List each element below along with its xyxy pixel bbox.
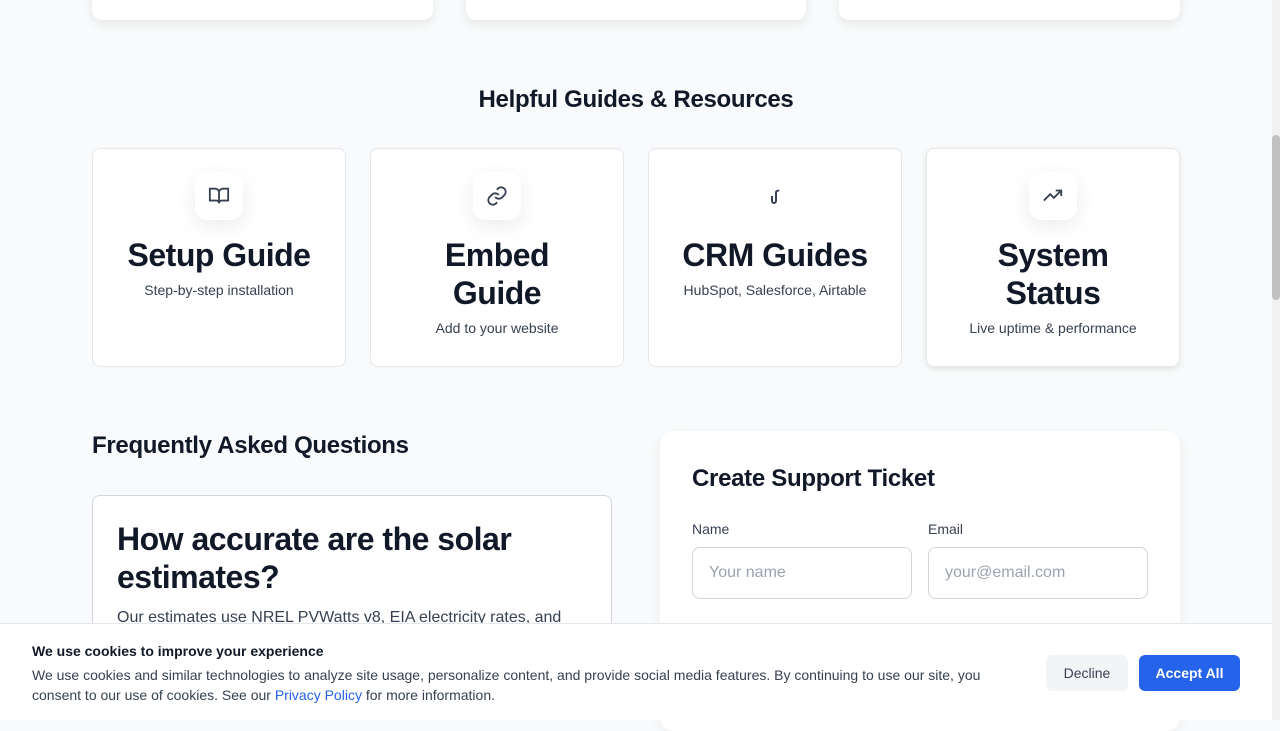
guide-title: Embed Guide (444, 237, 550, 311)
book-open-icon (195, 172, 243, 220)
hook-icon (751, 172, 799, 220)
guide-card-embed[interactable]: Embed Guide Add to your website (370, 148, 624, 367)
faq-heading: Frequently Asked Questions (92, 432, 409, 459)
link-icon (473, 172, 521, 220)
email-input[interactable] (928, 547, 1148, 599)
guide-card-status[interactable]: System Status Live uptime & performance (926, 148, 1180, 367)
cookie-title: We use cookies to improve your experienc… (32, 643, 324, 659)
scrollbar[interactable] (1272, 0, 1280, 720)
guide-subtitle: Live uptime & performance (969, 320, 1137, 336)
cookie-text-body: We use cookies and similar technologies … (32, 667, 981, 703)
top-card (466, 0, 806, 20)
guide-subtitle: HubSpot, Salesforce, Airtable (683, 282, 867, 298)
guide-subtitle: Step-by-step installation (144, 282, 294, 298)
accept-all-button[interactable]: Accept All (1139, 655, 1240, 691)
name-input[interactable] (692, 547, 912, 599)
top-card (92, 0, 433, 20)
ticket-title: Create Support Ticket (692, 465, 935, 492)
guides-heading: Helpful Guides & Resources (478, 86, 794, 113)
top-card (839, 0, 1180, 20)
name-label: Name (692, 521, 730, 537)
email-label: Email (928, 521, 964, 537)
cookie-text-end: for more information. (361, 687, 496, 703)
guide-subtitle: Add to your website (435, 320, 559, 336)
trending-up-icon (1029, 172, 1077, 220)
guide-title: CRM Guides (682, 237, 868, 273)
cookie-text: We use cookies and similar technologies … (32, 665, 1032, 705)
guide-card-crm[interactable]: CRM Guides HubSpot, Salesforce, Airtable (648, 148, 902, 367)
cookie-banner: We use cookies to improve your experienc… (0, 623, 1272, 720)
guide-title: System Status (997, 237, 1109, 311)
guide-title: Setup Guide (127, 237, 311, 273)
privacy-policy-link[interactable]: Privacy Policy (275, 687, 362, 703)
decline-button[interactable]: Decline (1046, 655, 1128, 691)
scrollbar-thumb[interactable] (1272, 135, 1280, 300)
guide-card-setup[interactable]: Setup Guide Step-by-step installation (92, 148, 346, 367)
faq-question: How accurate are the solar estimates? (117, 521, 512, 595)
